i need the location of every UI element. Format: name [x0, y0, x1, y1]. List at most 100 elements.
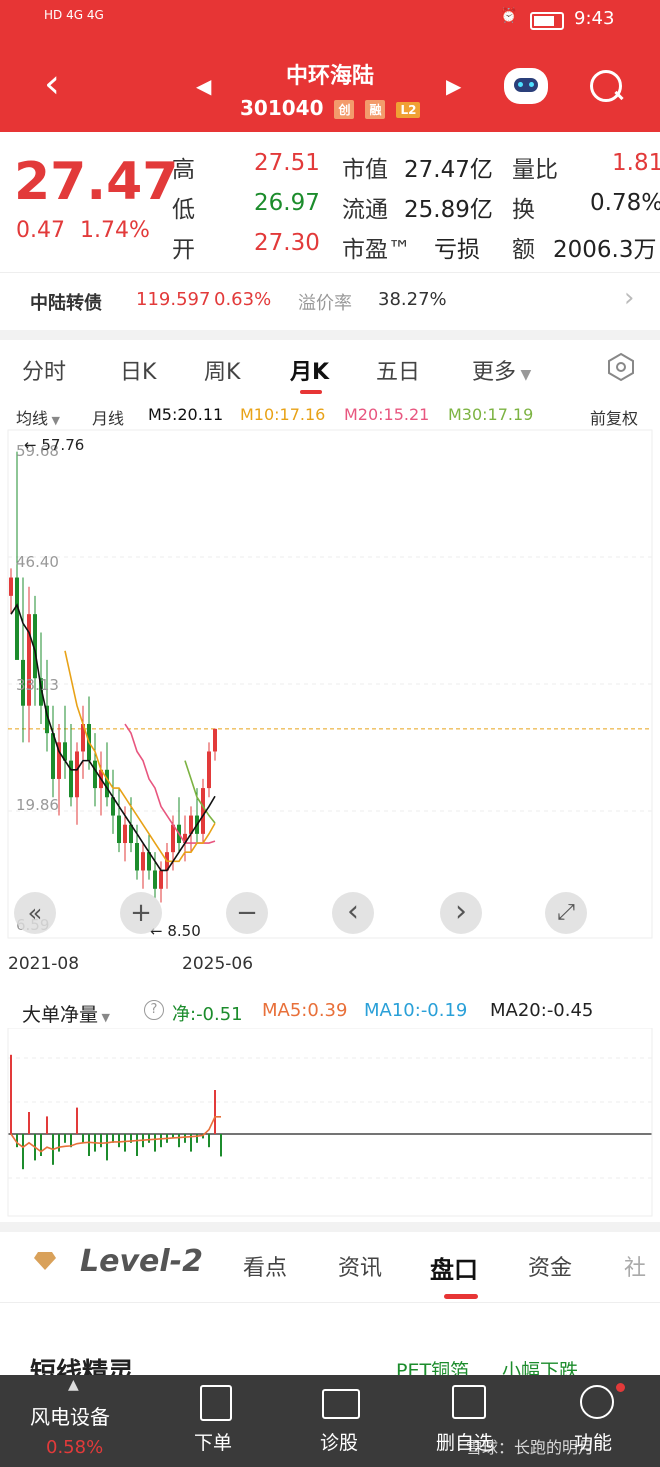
- sector-pct: 0.58%: [46, 1437, 104, 1458]
- order-icon: [200, 1385, 232, 1421]
- price-change: 0.47: [16, 218, 65, 243]
- active-tab-indicator: [300, 390, 322, 394]
- turnover-label: 换: [512, 197, 535, 223]
- notification-dot: [616, 1383, 625, 1392]
- flow-net: 净:-0.51: [172, 1004, 243, 1025]
- level2-active-indicator: [444, 1294, 478, 1299]
- diamond-icon: [34, 1252, 56, 1270]
- next-stock-icon[interactable]: ▶: [446, 74, 461, 98]
- candle-body: [153, 870, 157, 889]
- open-value: 27.30: [254, 230, 320, 256]
- kline-chart[interactable]: [0, 428, 660, 940]
- tab-week-k[interactable]: 周K: [204, 354, 240, 386]
- bond-name: 中陆转债: [30, 293, 102, 314]
- x-end-label: 2025-06: [182, 954, 254, 974]
- adjust-mode[interactable]: 前复权: [590, 405, 638, 429]
- period-label: 月线: [92, 409, 125, 428]
- scroll-start-icon[interactable]: «: [14, 892, 56, 934]
- function-menu-icon: [580, 1385, 614, 1419]
- high-marker-value: 57.76: [41, 436, 85, 454]
- tab-zijin[interactable]: 资金: [528, 1250, 572, 1282]
- pan-left-icon[interactable]: ‹: [332, 892, 374, 934]
- zoom-out-icon[interactable]: −: [226, 892, 268, 934]
- caret-up-icon: ▲: [68, 1377, 79, 1393]
- high-label: 高: [172, 157, 195, 183]
- y-tick-3: 33.13: [16, 676, 59, 694]
- flow-selector[interactable]: 大单净量 ▼: [22, 1000, 110, 1027]
- candle-body: [69, 760, 73, 798]
- y-tick-4: 19.86: [16, 796, 59, 814]
- tab-zixun[interactable]: 资讯: [338, 1250, 382, 1282]
- volratio-value: 1.81: [612, 150, 660, 176]
- app-header: HD 4G 4G ⏰ 9:43 ‹ ◀ 中环海陆 301040 创 融 L2 ▶: [0, 0, 660, 132]
- candle-body: [93, 760, 97, 789]
- flow-bars: [7, 1028, 653, 1217]
- volratio-label: 量比: [512, 157, 558, 183]
- tab-more-label: 更多: [472, 360, 517, 385]
- candle-body: [207, 751, 211, 789]
- battery-icon: [530, 12, 564, 30]
- tab-pankou[interactable]: 盘口: [430, 1250, 478, 1285]
- tab-more[interactable]: 更多 ▼: [472, 354, 531, 386]
- flow-selector-label: 大单净量: [22, 1004, 99, 1026]
- flow-frame: [7, 1028, 653, 1217]
- candle-body: [141, 852, 145, 871]
- flow-ma20: MA20:-0.45: [490, 1000, 594, 1021]
- premium-value: 38.27%: [378, 289, 447, 310]
- ma-selector[interactable]: 均线 ▼: [16, 405, 60, 429]
- level2-brand: Level-2: [80, 1244, 203, 1279]
- candle-body: [75, 751, 79, 798]
- tab-day-k[interactable]: 日K: [120, 354, 156, 386]
- x-start-label: 2021-08: [8, 954, 80, 974]
- stock-code-row: 301040 创 融 L2: [240, 96, 421, 120]
- y-tick-2: 46.40: [16, 553, 59, 571]
- sector-name[interactable]: 风电设备: [30, 1401, 110, 1430]
- tab-kandian[interactable]: 看点: [243, 1250, 287, 1282]
- diagnose-icon: [322, 1389, 360, 1419]
- diagnose-button[interactable]: 诊股: [320, 1428, 358, 1455]
- candle-body: [117, 815, 121, 844]
- stock-code: 301040: [240, 96, 324, 120]
- bond-pct: 0.63%: [214, 289, 272, 310]
- caret-down-icon: ▼: [48, 414, 60, 427]
- robot-assistant-icon[interactable]: [504, 68, 548, 104]
- high-marker: ← 57.76: [24, 436, 85, 454]
- convertible-bond-row[interactable]: 中陆转债 119.597 0.63% 溢价率 38.27% ›: [0, 272, 660, 329]
- settings-hexagon-icon[interactable]: [606, 352, 636, 382]
- order-button[interactable]: 下单: [194, 1428, 232, 1455]
- zoom-in-icon[interactable]: +: [120, 892, 162, 934]
- candle-body: [123, 824, 127, 844]
- status-network: HD 4G 4G: [44, 8, 104, 22]
- tag-l2: L2: [396, 101, 421, 118]
- price-change-pct: 1.74%: [80, 218, 150, 243]
- divider: [0, 1222, 660, 1232]
- status-time: 9:43: [574, 8, 615, 29]
- tab-month-k[interactable]: 月K: [290, 354, 329, 386]
- flow-chart: [7, 1028, 653, 1217]
- fullscreen-icon[interactable]: ⤢: [545, 892, 587, 934]
- search-icon[interactable]: [590, 70, 622, 102]
- amount-label: 额: [512, 237, 535, 263]
- low-label: 低: [172, 197, 195, 223]
- flow-ma5: MA5:0.39: [262, 1000, 348, 1021]
- tag-rong: 融: [365, 100, 386, 119]
- mktcap-label: 市值: [342, 157, 388, 183]
- stock-name: 中环海陆: [285, 64, 374, 89]
- divider: [0, 330, 660, 340]
- tab-five-day[interactable]: 五日: [376, 354, 420, 386]
- caret-down-icon: ▼: [98, 1011, 110, 1024]
- help-icon[interactable]: ?: [144, 1000, 164, 1020]
- candle-body: [135, 843, 139, 871]
- candle-body: [159, 870, 163, 889]
- tab-she[interactable]: 社: [624, 1250, 646, 1282]
- ma5-value: M5:20.11: [148, 405, 224, 424]
- candle-body: [105, 769, 109, 798]
- tab-fenshi[interactable]: 分时: [22, 354, 66, 386]
- candle-body: [15, 577, 19, 660]
- pan-right-icon[interactable]: ›: [440, 892, 482, 934]
- tag-chuang: 创: [334, 100, 355, 119]
- turnover-value: 0.78%: [590, 190, 660, 216]
- kline-grid: [7, 429, 653, 939]
- float-value: 25.89亿: [404, 197, 493, 223]
- bond-price: 119.597: [136, 289, 211, 310]
